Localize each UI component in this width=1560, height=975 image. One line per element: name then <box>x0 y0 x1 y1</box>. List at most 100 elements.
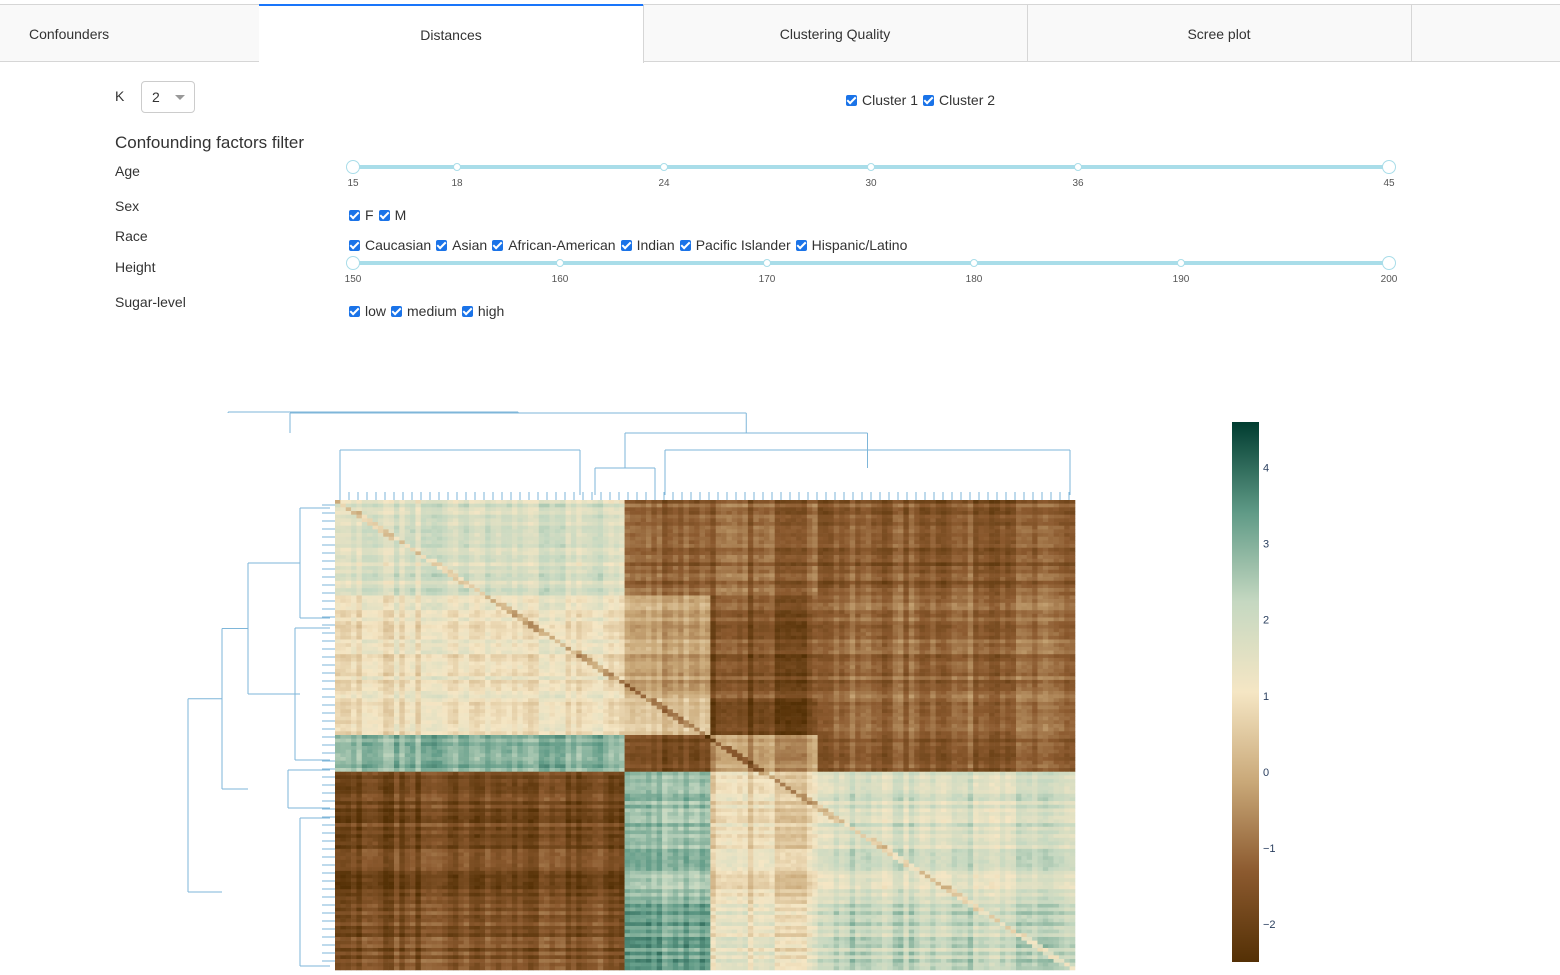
heatmap-cell <box>817 602 824 607</box>
heatmap-cell <box>983 540 990 545</box>
heatmap-cell <box>393 602 400 607</box>
heatmap-cell <box>796 602 802 607</box>
heatmap-cell <box>447 518 454 523</box>
tab-clustering-quality[interactable]: Clustering Quality <box>643 4 1028 62</box>
heatmap-cell <box>924 544 931 549</box>
heatmap-cell <box>1053 551 1060 556</box>
race-pacific-islander-checkbox[interactable]: Pacific Islander <box>679 237 791 253</box>
sugar-high-checkbox[interactable]: high <box>461 303 504 319</box>
heatmap-cell <box>393 511 400 515</box>
heatmap-cell <box>619 624 625 629</box>
heatmap-cell <box>1037 580 1044 585</box>
heatmap-cell <box>914 606 920 611</box>
heatmap-cell <box>705 540 711 545</box>
sugar-low-checkbox[interactable]: low <box>349 303 386 319</box>
race-asian-checkbox[interactable]: Asian <box>436 237 487 253</box>
race-hispanic-latino-checkbox[interactable]: Hispanic/Latino <box>795 237 907 253</box>
heatmap-cell <box>662 529 668 534</box>
height-slider-min-handle[interactable] <box>346 256 360 270</box>
heatmap-cell <box>935 577 942 582</box>
heatmap-cell <box>855 536 861 541</box>
sugar-medium-checkbox[interactable]: medium <box>391 303 457 319</box>
age-range-slider[interactable]: 15 18 24 30 36 45 <box>346 160 1396 190</box>
heatmap-cell <box>1010 591 1017 596</box>
heatmap-cell <box>935 529 942 534</box>
heatmap-cell <box>1016 558 1022 563</box>
heatmap-cell <box>544 518 550 523</box>
height-slider-max-handle[interactable] <box>1382 256 1396 270</box>
race-african-american-checkbox[interactable]: African-American <box>492 237 616 253</box>
cluster-1-checkbox[interactable]: Cluster 1 <box>846 92 918 108</box>
heatmap-cell <box>860 514 867 519</box>
heatmap-cell <box>817 617 824 622</box>
heatmap-cell <box>940 613 947 618</box>
heatmap-cell <box>528 610 534 615</box>
heatmap-cell <box>420 536 427 541</box>
heatmap-cell <box>1016 610 1022 615</box>
heatmap-cell <box>458 591 464 596</box>
heatmap-cell <box>1010 551 1017 556</box>
heatmap-cell <box>356 613 363 618</box>
heatmap-cell <box>678 555 684 560</box>
cluster-2-checkbox[interactable]: Cluster 2 <box>923 92 995 108</box>
heatmap-cell <box>356 624 363 629</box>
heatmap-cell <box>957 577 963 582</box>
heatmap-cell <box>592 606 599 611</box>
tab-distances[interactable]: Distances <box>259 4 644 63</box>
heatmap-cell <box>501 577 507 582</box>
heatmap-cell <box>903 547 910 552</box>
heatmap-cell <box>415 577 422 582</box>
heatmap-cell <box>1058 591 1065 596</box>
heatmap-cell <box>844 602 851 607</box>
heatmap-cell <box>731 507 738 512</box>
clustered-heatmap[interactable]: 43210−1−2 <box>0 400 1560 975</box>
heatmap-cell <box>973 511 979 515</box>
heatmap-cell <box>962 544 969 549</box>
heatmap-cell <box>340 547 347 552</box>
heatmap-cell <box>790 562 797 567</box>
heatmap-cell <box>855 591 861 596</box>
race-indian-checkbox[interactable]: Indian <box>620 237 675 253</box>
heatmap-cell <box>549 518 556 523</box>
heatmap-cell <box>463 533 470 538</box>
heatmap-cell <box>603 602 609 607</box>
k-select[interactable]: 2 <box>141 81 195 113</box>
tab-scree-plot[interactable]: Scree plot <box>1027 4 1412 62</box>
heatmap-cell <box>549 500 556 504</box>
heatmap-cell <box>463 624 470 629</box>
heatmap-cell <box>930 529 936 534</box>
heatmap-cell <box>528 503 534 508</box>
heatmap-cell <box>994 584 1001 589</box>
heatmap-cell <box>570 511 577 515</box>
age-slider-max-handle[interactable] <box>1382 160 1396 174</box>
heatmap-cell <box>592 621 599 626</box>
sex-f-checkbox[interactable]: F <box>349 207 374 223</box>
heatmap-cell <box>705 529 711 534</box>
heatmap-cell <box>672 551 679 556</box>
heatmap-cell <box>522 624 529 629</box>
race-caucasian-checkbox[interactable]: Caucasian <box>349 237 431 253</box>
sex-m-checkbox[interactable]: M <box>378 207 406 223</box>
height-range-slider[interactable]: 150 160 170 180 190 200 <box>345 256 1397 286</box>
heatmap-cell <box>608 507 615 512</box>
heatmap-cell <box>881 540 888 545</box>
heatmap-cell <box>844 522 851 526</box>
heatmap-cell <box>946 577 952 582</box>
heatmap-cell <box>431 577 438 582</box>
heatmap-cell <box>1026 613 1033 618</box>
heatmap-cell <box>881 580 888 585</box>
age-slider-min-handle[interactable] <box>346 160 360 174</box>
heatmap-cell <box>522 562 529 567</box>
heatmap-cell <box>940 555 947 560</box>
tab-confounders[interactable]: Confounders <box>0 4 260 62</box>
heatmap-cell <box>973 536 979 541</box>
heatmap-cell <box>855 621 861 626</box>
heatmap-cell <box>420 555 427 560</box>
heatmap-cell <box>576 525 582 530</box>
height-slider-mark <box>970 259 978 267</box>
heatmap-cell <box>715 624 722 629</box>
heatmap-cell <box>683 606 690 611</box>
heatmap-cell <box>619 599 625 604</box>
heatmap-cell <box>844 591 851 596</box>
heatmap-cell <box>619 551 625 556</box>
